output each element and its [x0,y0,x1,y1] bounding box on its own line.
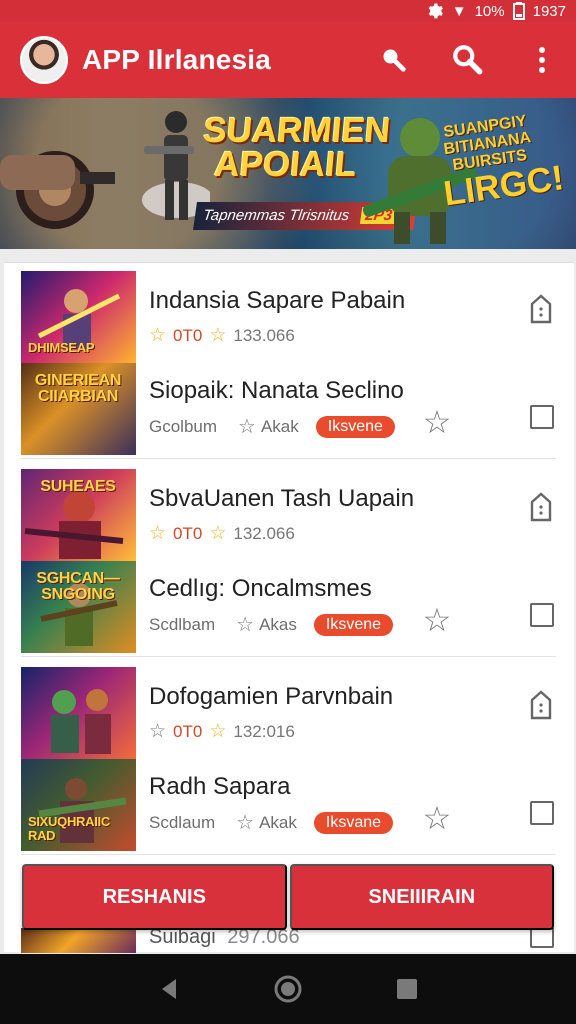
status-badge: Iksvane [313,811,394,834]
settings-status-icon [428,3,443,19]
favorite-star-icon[interactable]: ☆ [422,802,452,834]
tag-row: Scdlaum ☆ Akak Iksvane [149,810,459,835]
left-action-button[interactable]: RESHANIS [22,864,287,930]
rating-row: ☆ 0T0 ☆ 132.066 [149,522,295,545]
rating-row: ☆ 0T0 ☆ 133.066 [149,324,295,347]
list-item[interactable]: DHIMSEAP GINERIEAN CIIARBIAN Indansia Sa… [21,263,556,459]
favorite-star-icon: ☆ [238,416,256,438]
app-thumbnail-peek [21,928,136,953]
rating-star-icon: ☆ [149,523,167,544]
banner-title: SUARMIEN APOIAIL [199,111,392,184]
rating-star-icon: ☆ [209,721,227,742]
peek-title-text: Suibagi [149,928,216,948]
back-icon[interactable] [152,972,186,1006]
select-checkbox[interactable] [530,405,554,429]
status-badge: Iksvene [313,613,394,636]
developer-label: Scdlaum [149,812,216,832]
bookmark-icon[interactable] [528,690,554,720]
status-badge: Iksvene [315,415,395,438]
rating-star-icon: ☆ [149,721,167,742]
app-title[interactable]: Indansia Sapare Pabain [149,287,405,315]
right-action-button[interactable]: SNEIIIRAIN [289,864,554,930]
thumbnail-caption: SGHCAN— SNGOING [36,570,120,603]
rating-value: 0T0 [173,325,203,345]
select-checkbox[interactable] [530,603,554,627]
tag-row: Scdlbam ☆ Akas Iksvene [149,612,459,637]
tag-row: Gcolbum ☆ Akak Iksvene [149,414,459,439]
bookmark-icon[interactable] [528,492,554,522]
peek-meta: 297.066 [227,928,300,948]
app-subtitle[interactable]: Siopaik: Nanata Seclino [149,377,404,405]
favorite-star-icon: ☆ [236,812,255,834]
developer-label: Scdlbam [149,614,216,634]
favorite-star-icon[interactable]: ☆ [422,604,452,636]
android-navigation-bar [0,954,576,1024]
thumbnail-caption: GINERIEAN CIIARBIAN [34,372,122,405]
rating-value: 0T0 [173,523,203,543]
rating-star-icon: ☆ [209,325,227,346]
rating-star-icon: ☆ [149,325,167,346]
battery-status: 10% [474,2,505,20]
thumbnail-caption: SUHEAES [40,478,116,495]
download-count: 132:016 [233,721,295,741]
banner-side-promo: SUANPGIY BITIANANA BUIRSITS LIRGC! [434,111,566,214]
app-list: DHIMSEAP GINERIEAN CIIARBIAN Indansia Sa… [4,262,574,953]
app-thumbnail-bottom[interactable]: SGHCAN— SNGOING [21,561,136,653]
battery-icon [512,2,525,20]
clock: 1937 [532,2,566,20]
select-checkbox[interactable] [530,928,554,948]
search-icon[interactable] [448,40,488,80]
app-actions [374,22,562,98]
favorite-star-icon: ☆ [236,614,255,636]
signal-icon: ▼ [451,2,467,20]
download-count: 133.066 [233,325,295,345]
developer-label: Gcolbum [149,416,218,436]
recent-apps-icon[interactable] [390,972,424,1006]
rating-value: 0T0 [173,721,203,741]
app-thumbnail-top[interactable]: SUHEAES [21,469,136,561]
app-title[interactable]: SbvaUanen Tash Uapain [149,485,414,513]
app-thumbnail-top[interactable]: DHIMSEAP [21,271,136,363]
list-item-peek[interactable]: Suibagi 297.066 [21,928,561,953]
app-title: APP Ilrlanesia [82,44,272,75]
search-icon[interactable] [374,40,414,80]
bottom-actions: RESHANIS SNEIIIRAIN [22,864,554,930]
tag-label: Akak [259,812,297,832]
status-bar: ▼ 10% 1937 [0,0,576,22]
list-item[interactable]: SUHEAES SGHCAN— SNGOING SbvaUanen Tash U… [21,461,556,657]
promo-banner[interactable]: SUARMIEN APOIAIL Tapnemmas Tlrisnitus 2P… [0,98,576,249]
app-subtitle[interactable]: Radh Sapara [149,773,290,801]
app-thumbnail-bottom[interactable]: SIXUQHRAIIC RAD [21,759,136,851]
more-vertical-icon[interactable] [522,40,562,80]
app-thumbnail-top[interactable] [21,667,136,759]
profile-avatar[interactable] [20,36,68,84]
thumbnail-caption: SIXUQHRAIIC RAD [28,814,110,843]
tag-label: Akas [259,614,297,634]
select-checkbox[interactable] [530,801,554,825]
machine-illustration [0,151,115,229]
banner-title-line-2: APOIAIL [212,145,359,184]
favorite-star-icon[interactable]: ☆ [422,406,452,438]
app-thumbnail-bottom[interactable]: GINERIEAN CIIARBIAN [21,363,136,455]
character-art [51,689,111,754]
home-icon[interactable] [271,972,305,1006]
app-subtitle[interactable]: Cedlıg: Oncalmsmes [149,575,372,603]
rating-row: ☆ 0T0 ☆ 132:016 [149,720,295,743]
thumbnail-caption: DHIMSEAP [28,340,95,355]
app-bar: APP Ilrlanesia [0,22,576,98]
app-title[interactable]: Dofogamien Parvnbain [149,683,393,711]
download-count: 132.066 [233,523,295,543]
tag-label: Akak [260,416,299,436]
list-item[interactable]: SIXUQHRAIIC RAD Dofogamien Parvnbain ☆ 0… [21,659,556,855]
peek-title: Suibagi 297.066 [149,928,300,949]
banner-subtitle-text: Tapnemmas Tlrisnitus [201,207,351,224]
rating-star-icon: ☆ [209,523,227,544]
bookmark-icon[interactable] [528,294,554,324]
